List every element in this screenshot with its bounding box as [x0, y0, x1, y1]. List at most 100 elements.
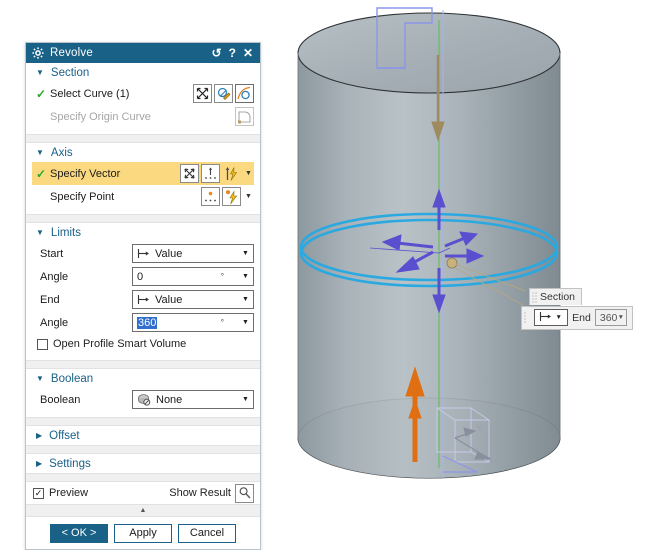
- start-angle-value[interactable]: 0: [137, 271, 221, 283]
- select-curve-label: Select Curve (1): [50, 88, 193, 100]
- chevron-down-icon[interactable]: ▼: [618, 314, 624, 321]
- dialog-collapse-strip[interactable]: ▲: [26, 504, 260, 517]
- section-label-settings: Settings: [49, 458, 91, 470]
- chevron-down-icon[interactable]: ▼: [238, 296, 253, 303]
- section-label-limits: Limits: [51, 227, 81, 239]
- end-label: End: [36, 294, 132, 306]
- floating-end-value-field[interactable]: 360 ▼: [595, 309, 627, 326]
- dialog-titlebar[interactable]: Revolve ↺ ? ✕: [26, 43, 260, 63]
- check-icon: ✓: [36, 87, 50, 101]
- boolean-label: Boolean: [36, 394, 132, 406]
- end-angle-value[interactable]: 360: [137, 317, 157, 329]
- drag-grip-icon[interactable]: [524, 312, 527, 323]
- floating-toolbar-tab[interactable]: Section: [529, 288, 582, 305]
- start-label: Start: [36, 248, 132, 260]
- limit-value-icon: [539, 311, 552, 325]
- section-divider-5: [26, 445, 260, 454]
- start-angle-field[interactable]: 0 ° ▼: [132, 267, 254, 286]
- dialog-title: Revolve: [50, 47, 212, 59]
- open-profile-smart-volume-row[interactable]: Open Profile Smart Volume: [32, 334, 254, 354]
- end-angle-row[interactable]: Angle 360 ° ▼: [32, 311, 254, 334]
- end-limit-row[interactable]: End Value ▼: [32, 288, 254, 311]
- boolean-value: None: [156, 394, 238, 406]
- chevron-down-icon[interactable]: ▼: [552, 314, 565, 321]
- preview-label: Preview: [49, 487, 88, 499]
- start-limit-combo[interactable]: Value ▼: [132, 244, 254, 263]
- open-profile-checkbox[interactable]: [37, 339, 48, 350]
- section-header-section[interactable]: ▼ Section: [26, 63, 260, 82]
- vector-dropdown-arrow-icon[interactable]: ▼: [243, 164, 254, 183]
- preview-checkbox[interactable]: ✓: [33, 488, 44, 499]
- floating-limit-type-combo[interactable]: ▼: [534, 309, 568, 326]
- chevron-down-icon: ▼: [36, 149, 44, 157]
- end-limit-value: Value: [155, 294, 238, 306]
- preview-row: ✓ Preview Show Result: [26, 482, 260, 504]
- magnifier-icon[interactable]: [235, 484, 254, 503]
- origin-point-handle: [447, 258, 457, 268]
- start-limit-row[interactable]: Start Value ▼: [32, 242, 254, 265]
- start-angle-row[interactable]: Angle 0 ° ▼: [32, 265, 254, 288]
- floating-section-toolbar[interactable]: Section ▼ End 360 ▼: [521, 288, 633, 330]
- sketch-edit-icon[interactable]: [214, 84, 233, 103]
- chevron-down-icon: ▼: [36, 229, 44, 237]
- point-constructor-icon[interactable]: [222, 187, 241, 206]
- boolean-row[interactable]: Boolean None ▼: [32, 388, 254, 411]
- chevron-down-icon[interactable]: ▼: [238, 273, 253, 280]
- help-button[interactable]: ?: [229, 47, 236, 59]
- cancel-button[interactable]: Cancel: [178, 524, 236, 543]
- section-header-settings[interactable]: ▶ Settings: [26, 454, 260, 473]
- curve-select-icon[interactable]: [193, 84, 212, 103]
- chevron-right-icon: ▶: [36, 460, 42, 468]
- specify-vector-row[interactable]: ✓ Specify Vector: [32, 162, 254, 185]
- end-angle-unit: °: [221, 318, 238, 327]
- section-label-boolean: Boolean: [51, 373, 93, 385]
- 3d-viewport[interactable]: Y X: [265, 0, 660, 537]
- reverse-direction-icon[interactable]: [180, 164, 199, 183]
- specify-origin-curve-row[interactable]: Specify Origin Curve: [32, 105, 254, 128]
- section-body-boolean: Boolean None ▼: [26, 388, 260, 417]
- apply-button[interactable]: Apply: [114, 524, 172, 543]
- select-curve-row[interactable]: ✓ Select Curve (1): [32, 82, 254, 105]
- section-header-offset[interactable]: ▶ Offset: [26, 426, 260, 445]
- section-divider-3: [26, 360, 260, 369]
- sketch-section-icon[interactable]: [235, 84, 254, 103]
- reset-button[interactable]: ↺: [212, 47, 222, 59]
- inferred-point-icon[interactable]: [201, 164, 220, 183]
- end-angle-value-wrap[interactable]: 360: [137, 317, 221, 329]
- open-profile-label: Open Profile Smart Volume: [53, 338, 186, 350]
- ok-button[interactable]: < OK >: [50, 524, 108, 543]
- revolve-dialog[interactable]: Revolve ↺ ? ✕ ▼ Section ✓ Select Curve (…: [25, 42, 261, 550]
- chevron-down-icon[interactable]: ▼: [238, 250, 253, 257]
- close-button[interactable]: ✕: [243, 47, 253, 59]
- floating-end-label: End: [572, 312, 591, 324]
- point-dropdown-arrow-icon[interactable]: ▼: [243, 187, 254, 206]
- vector-constructor-icon[interactable]: [222, 164, 241, 183]
- section-header-axis[interactable]: ▼ Axis: [26, 143, 260, 162]
- drag-grip-icon[interactable]: [532, 292, 537, 303]
- floating-end-value[interactable]: 360: [600, 312, 618, 324]
- specify-point-label: Specify Point: [50, 191, 201, 203]
- end-limit-combo[interactable]: Value ▼: [132, 290, 254, 309]
- collapse-arrow-icon[interactable]: ▲: [140, 507, 147, 514]
- section-header-boolean[interactable]: ▼ Boolean: [26, 369, 260, 388]
- boolean-combo[interactable]: None ▼: [132, 390, 254, 409]
- section-divider-1: [26, 134, 260, 143]
- chevron-down-icon[interactable]: ▼: [238, 319, 253, 326]
- check-icon: ✓: [36, 167, 50, 181]
- origin-curve-icon[interactable]: [235, 107, 254, 126]
- start-limit-value: Value: [155, 248, 238, 260]
- end-angle-field[interactable]: 360 ° ▼: [132, 313, 254, 332]
- specify-point-row[interactable]: Specify Point: [32, 185, 254, 208]
- section-header-limits[interactable]: ▼ Limits: [26, 223, 260, 242]
- triad-label-y: Y: [477, 423, 483, 433]
- end-angle-label: Angle: [36, 317, 132, 329]
- chevron-down-icon[interactable]: ▼: [238, 396, 253, 403]
- section-body-axis: ✓ Specify Vector: [26, 162, 260, 214]
- limit-value-icon: [137, 248, 150, 259]
- point-dialog-icon[interactable]: [201, 187, 220, 206]
- start-angle-unit: °: [221, 272, 238, 281]
- triad-label-x: X: [490, 458, 496, 468]
- specify-origin-curve-label: Specify Origin Curve: [50, 111, 235, 123]
- show-result-label: Show Result: [169, 487, 231, 499]
- chevron-down-icon: ▼: [36, 375, 44, 383]
